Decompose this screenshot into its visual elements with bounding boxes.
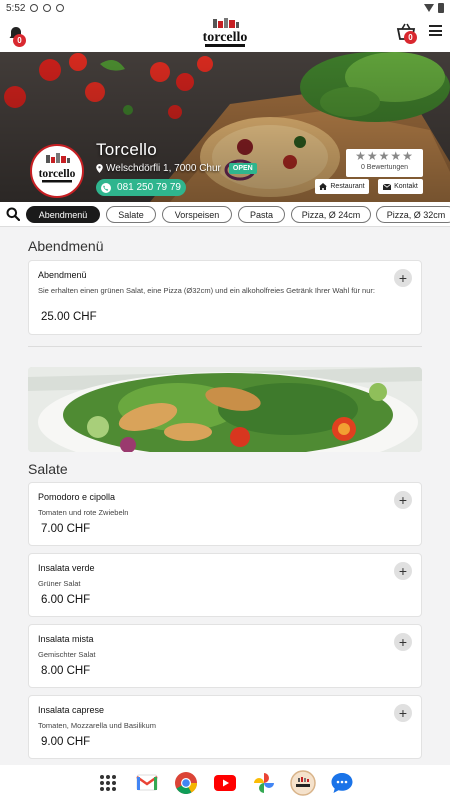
android-dock xyxy=(0,765,450,800)
notification-status-icon xyxy=(30,4,39,12)
header-logo-text: torcello xyxy=(203,30,248,45)
rating-box[interactable]: ★★★★★ 0 Bewertungen xyxy=(346,149,423,177)
menu-item-card[interactable]: Abendmenü Sie erhalten einen grünen Sala… xyxy=(28,260,422,335)
salate-banner-image xyxy=(28,367,422,452)
home-icon xyxy=(319,183,328,190)
item-description: Tomaten, Mozzarella und Basilikum xyxy=(38,721,156,730)
item-description: Tomaten und rote Zwiebeln xyxy=(38,508,129,517)
category-bar: Abendmenü Salate Vorspeisen Pasta Pizza,… xyxy=(0,202,450,227)
item-price: 7.00 CHF xyxy=(41,523,91,535)
status-time: 5:52 xyxy=(6,2,26,14)
restaurant-address: Welschdörfli 1, 7000 Chur xyxy=(106,163,221,174)
contact-button-label: Kontakt xyxy=(394,183,418,190)
vpn-status-icon xyxy=(43,4,52,12)
phone-icon xyxy=(101,182,112,193)
phone-number: 081 250 79 79 xyxy=(117,182,181,193)
sync-status-icon xyxy=(56,4,65,12)
chrome-icon[interactable] xyxy=(173,770,199,796)
section-title-abendmenu: Abendmenü xyxy=(28,238,104,254)
restaurant-button-label: Restaurant xyxy=(330,183,365,190)
item-description: Sie erhalten einen grünen Salat, eine Pi… xyxy=(38,286,375,295)
item-price: 8.00 CHF xyxy=(41,665,91,677)
item-name: Insalata mista xyxy=(38,634,94,644)
section-divider xyxy=(28,346,422,347)
add-to-cart-button[interactable]: + xyxy=(394,704,412,722)
add-to-cart-button[interactable]: + xyxy=(394,269,412,287)
menu-item-card[interactable]: Pomodoro e cipolla Tomaten und rote Zwie… xyxy=(28,482,422,546)
photos-icon[interactable] xyxy=(251,770,277,796)
category-tab-pasta[interactable]: Pasta xyxy=(238,206,285,223)
status-bar: 5:52 xyxy=(0,0,450,16)
search-icon[interactable] xyxy=(6,207,21,222)
menu-item-card[interactable]: Insalata mista Gemischter Salat 8.00 CHF… xyxy=(28,624,422,688)
cart-badge: 0 xyxy=(404,31,417,44)
section-title-salate: Salate xyxy=(28,461,68,477)
item-name: Insalata verde xyxy=(38,563,95,573)
rating-stars-icon: ★★★★★ xyxy=(355,149,414,163)
youtube-icon[interactable] xyxy=(212,770,238,796)
item-description: Gemischter Salat xyxy=(38,650,96,659)
item-name: Insalata caprese xyxy=(38,705,105,715)
item-price: 25.00 CHF xyxy=(41,311,97,323)
restaurant-logo: torcello xyxy=(30,144,84,198)
hamburger-menu-icon[interactable] xyxy=(429,25,442,36)
restaurant-name: Torcello xyxy=(96,140,157,159)
wifi-icon xyxy=(424,4,434,12)
menu-content: Abendmenü Abendmenü Sie erhalten einen g… xyxy=(0,228,450,765)
add-to-cart-button[interactable]: + xyxy=(394,491,412,509)
item-price: 9.00 CHF xyxy=(41,736,91,748)
category-tab-vorspeisen[interactable]: Vorspeisen xyxy=(162,206,232,223)
notifications-badge: 0 xyxy=(13,34,26,47)
item-price: 6.00 CHF xyxy=(41,594,91,606)
hero-logo-text: torcello xyxy=(39,168,76,180)
item-name: Abendmenü xyxy=(38,270,87,280)
item-description: Grüner Salat xyxy=(38,579,81,588)
call-phone-button[interactable]: 081 250 79 79 xyxy=(96,179,186,196)
app-header: 0 torcello 0 xyxy=(0,16,450,52)
contact-button[interactable]: Kontakt xyxy=(378,179,423,194)
add-to-cart-button[interactable]: + xyxy=(394,633,412,651)
open-status-badge: OPEN xyxy=(228,163,257,174)
messages-icon[interactable] xyxy=(329,770,355,796)
reviews-count: 0 Bewertungen xyxy=(360,164,409,171)
restaurant-address-row: Welschdörfli 1, 7000 Chur OPEN xyxy=(96,163,257,174)
gmail-icon[interactable] xyxy=(134,770,160,796)
category-tab-abendmenu[interactable]: Abendmenü xyxy=(26,206,100,223)
category-tab-pizza-24[interactable]: Pizza, Ø 24cm xyxy=(291,206,371,223)
app-drawer-icon[interactable] xyxy=(95,770,121,796)
menu-item-card[interactable]: Insalata verde Grüner Salat 6.00 CHF + xyxy=(28,553,422,617)
restaurant-hero: torcello Torcello Welschdörfli 1, 7000 C… xyxy=(0,52,450,202)
category-tab-pizza-32[interactable]: Pizza, Ø 32cm xyxy=(376,206,450,223)
location-pin-icon xyxy=(96,164,103,173)
menu-item-card[interactable]: Insalata caprese Tomaten, Mozzarella und… xyxy=(28,695,422,759)
item-name: Pomodoro e cipolla xyxy=(38,492,116,502)
add-to-cart-button[interactable]: + xyxy=(394,562,412,580)
envelope-icon xyxy=(383,183,392,190)
battery-icon xyxy=(438,3,444,13)
torcello-logo[interactable]: torcello xyxy=(196,17,254,51)
restaurant-info-button[interactable]: Restaurant xyxy=(315,179,369,194)
category-tab-salate[interactable]: Salate xyxy=(106,206,156,223)
torcello-app-icon[interactable] xyxy=(290,769,316,796)
